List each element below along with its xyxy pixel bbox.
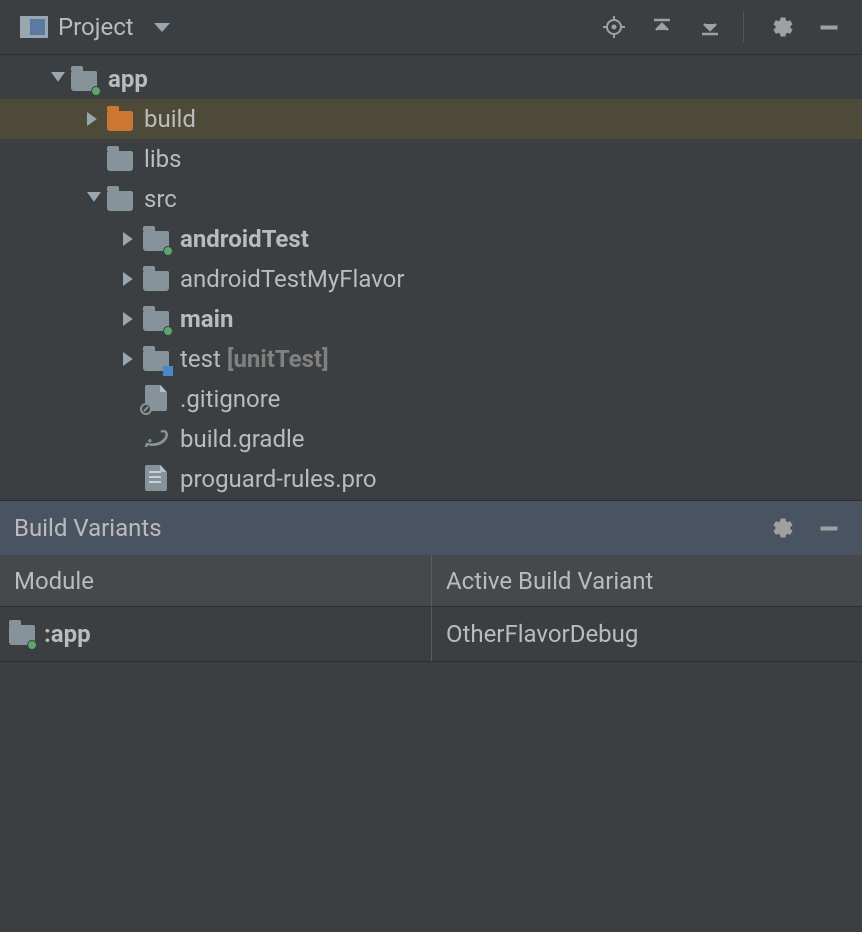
module-folder-icon [8, 621, 34, 647]
tree-label-suffix: [unitTest] [227, 345, 329, 373]
module-folder-icon [70, 65, 98, 93]
chevron-right-icon[interactable] [118, 267, 142, 291]
tree-node-buildgradle[interactable]: build.gradle [0, 419, 862, 459]
project-panel-title[interactable]: Project [58, 13, 134, 41]
build-variants-title: Build Variants [14, 514, 162, 542]
locate-icon[interactable] [595, 8, 633, 46]
arrow-placeholder [118, 387, 142, 411]
gradle-icon [142, 425, 170, 453]
tree-node-proguard[interactable]: proguard-rules.pro [0, 459, 862, 499]
module-folder-icon [142, 305, 170, 333]
column-header-module[interactable]: Module [0, 555, 432, 606]
build-variants-table: Module Active Build Variant :app OtherFl… [0, 555, 862, 662]
tree-label: build [144, 105, 196, 133]
tree-label: build.gradle [180, 425, 305, 453]
file-ignored-icon [142, 385, 170, 413]
tree-node-build[interactable]: build [0, 99, 862, 139]
gear-icon[interactable] [762, 8, 800, 46]
tree-node-src[interactable]: src [0, 179, 862, 219]
chevron-down-icon[interactable] [154, 23, 170, 32]
chevron-right-icon[interactable] [82, 107, 106, 131]
module-name: :app [44, 620, 91, 648]
minimize-icon[interactable] [810, 8, 848, 46]
tree-node-androidtest[interactable]: androidTest [0, 219, 862, 259]
tree-node-main[interactable]: main [0, 299, 862, 339]
tree-label: app [108, 65, 148, 93]
tree-node-gitignore[interactable]: .gitignore [0, 379, 862, 419]
chevron-down-icon[interactable] [82, 187, 106, 211]
tree-label: main [180, 305, 233, 333]
arrow-placeholder [82, 147, 106, 171]
chevron-right-icon[interactable] [118, 307, 142, 331]
module-folder-icon [142, 225, 170, 253]
tree-node-libs[interactable]: libs [0, 139, 862, 179]
build-variants-panel-header: Build Variants [0, 500, 862, 555]
chevron-right-icon[interactable] [118, 347, 142, 371]
tree-label: androidTest [180, 225, 309, 253]
column-header-variant[interactable]: Active Build Variant [432, 555, 862, 606]
arrow-placeholder [118, 427, 142, 451]
file-icon [142, 465, 170, 493]
expand-all-icon[interactable] [643, 8, 681, 46]
tree-label: .gitignore [180, 385, 280, 413]
table-header-row: Module Active Build Variant [0, 555, 862, 607]
collapse-all-icon[interactable] [691, 8, 729, 46]
tree-node-app[interactable]: app [0, 59, 862, 99]
folder-icon [106, 185, 134, 213]
module-cell[interactable]: :app [0, 607, 432, 661]
test-folder-icon [142, 345, 170, 373]
gear-icon[interactable] [762, 509, 800, 547]
project-view-icon[interactable] [20, 16, 48, 38]
folder-icon [142, 265, 170, 293]
tree-label: test [180, 345, 221, 373]
tree-node-test[interactable]: test [unitTest] [0, 339, 862, 379]
tree-label: src [144, 185, 177, 213]
minimize-icon[interactable] [810, 509, 848, 547]
project-panel-header: Project [0, 0, 862, 55]
chevron-right-icon[interactable] [118, 227, 142, 251]
tree-node-androidtestmyflavor[interactable]: androidTestMyFlavor [0, 259, 862, 299]
tree-label: proguard-rules.pro [180, 465, 377, 493]
folder-icon [106, 105, 134, 133]
separator [743, 12, 744, 42]
tree-label: libs [144, 145, 182, 173]
variant-cell[interactable]: OtherFlavorDebug [432, 607, 862, 661]
project-tree[interactable]: app build libs src androidTest androidTe… [0, 55, 862, 500]
table-row[interactable]: :app OtherFlavorDebug [0, 607, 862, 662]
arrow-placeholder [118, 467, 142, 491]
chevron-down-icon[interactable] [46, 67, 70, 91]
tree-label: androidTestMyFlavor [180, 265, 404, 293]
folder-icon [106, 145, 134, 173]
